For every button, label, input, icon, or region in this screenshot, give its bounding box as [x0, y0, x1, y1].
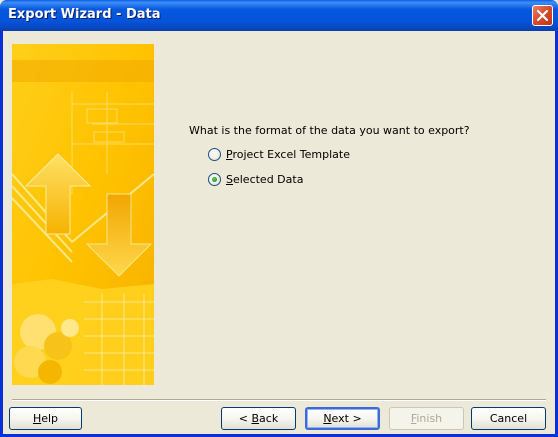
option-label-project-excel-template[interactable]: Project Excel Template: [226, 148, 350, 161]
button-separator: [12, 399, 546, 401]
cancel-button[interactable]: Cancel: [471, 407, 546, 430]
help-button[interactable]: Help: [9, 407, 82, 430]
wizard-side-image: [12, 44, 154, 385]
radio-project-excel-template[interactable]: [208, 148, 221, 161]
export-wizard-dialog: Export Wizard - Data What is the format …: [0, 0, 558, 437]
finish-button[interactable]: Finish: [389, 407, 464, 430]
export-format-question: What is the format of the data you want …: [189, 124, 470, 137]
close-icon: [536, 9, 549, 22]
title-bar[interactable]: Export Wizard - Data: [0, 0, 558, 31]
next-button[interactable]: Next >: [305, 407, 380, 430]
window-title: Export Wizard - Data: [8, 7, 161, 22]
close-button[interactable]: [532, 5, 553, 26]
radio-selected-dot: [212, 177, 217, 182]
option-label-selected-data[interactable]: Selected Data: [226, 173, 303, 186]
radio-selected-data[interactable]: [208, 173, 221, 186]
back-button[interactable]: < Back: [221, 407, 296, 430]
wizard-content: What is the format of the data you want …: [3, 31, 555, 434]
